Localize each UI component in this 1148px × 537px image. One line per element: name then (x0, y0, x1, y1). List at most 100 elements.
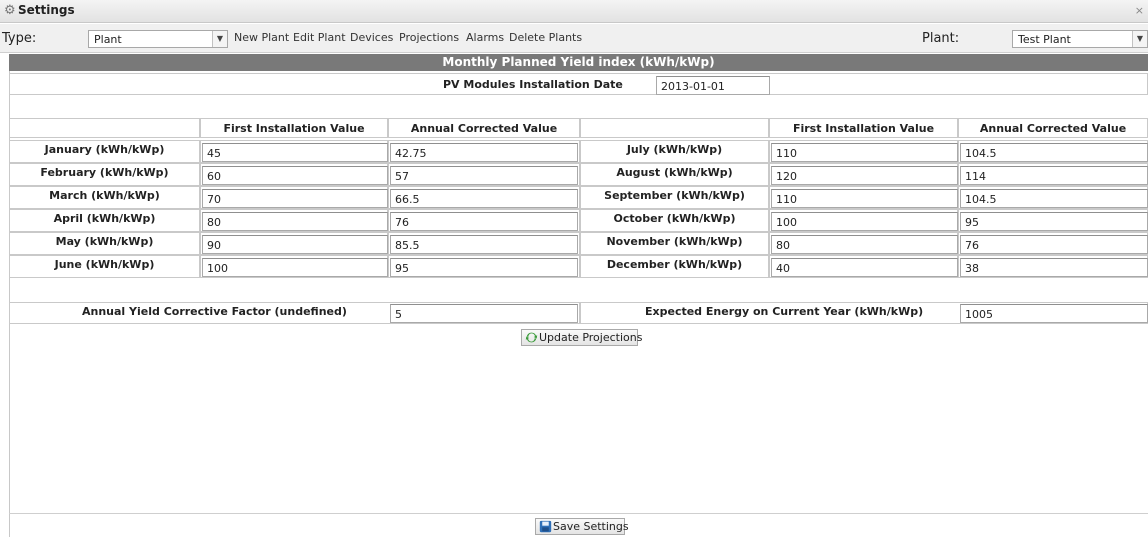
save-settings-button[interactable]: Save Settings (535, 518, 629, 535)
annual-corrected-value: 57 (395, 170, 409, 183)
annual-corrected-value: 76 (965, 239, 979, 252)
first-installation-input[interactable]: 100 (771, 212, 958, 231)
toolbar: Type: Plant ▼ New Plant Edit Plant Devic… (0, 24, 1148, 53)
month-label: October (kWh/kWp) (613, 212, 736, 225)
first-installation-input[interactable]: 100 (202, 258, 388, 277)
first-installation-input[interactable]: 80 (202, 212, 388, 231)
annual-corrected-input[interactable]: 76 (960, 235, 1148, 254)
annual-corrected-value: 114 (965, 170, 986, 183)
devices-link[interactable]: Devices (350, 31, 393, 44)
install-date-value: 2013-01-01 (661, 80, 725, 93)
first-installation-value: 100 (776, 216, 797, 229)
first-installation-input[interactable]: 80 (771, 235, 958, 254)
type-select-value: Plant (94, 33, 122, 46)
first-installation-value: 60 (207, 170, 221, 183)
first-installation-value: 110 (776, 147, 797, 160)
annual-corrected-input[interactable]: 42.75 (390, 143, 578, 162)
annual-corrected-input[interactable]: 95 (960, 212, 1148, 231)
first-installation-value: 70 (207, 193, 221, 206)
annual-corrected-value: 76 (395, 216, 409, 229)
floppy-disk-icon (539, 520, 552, 533)
first-installation-input[interactable]: 110 (771, 189, 958, 208)
first-installation-input[interactable]: 110 (771, 143, 958, 162)
chevron-down-icon: ▼ (212, 31, 227, 47)
save-settings-label: Save Settings (553, 520, 629, 533)
annual-corrected-value: 95 (965, 216, 979, 229)
header-first-left: First Installation Value (200, 118, 388, 138)
annual-corrected-input[interactable]: 104.5 (960, 189, 1148, 208)
column-header-corrected: Annual Corrected Value (410, 122, 558, 135)
first-installation-input[interactable]: 70 (202, 189, 388, 208)
corrective-factor-input[interactable]: 5 (390, 304, 578, 323)
type-label: Type: (2, 31, 37, 46)
first-installation-value: 80 (776, 239, 790, 252)
first-installation-value: 45 (207, 147, 221, 160)
plant-label: Plant: (922, 31, 960, 46)
annual-corrected-input[interactable]: 114 (960, 166, 1148, 185)
month-label: December (kWh/kWp) (606, 258, 743, 271)
first-installation-value: 80 (207, 216, 221, 229)
projections-link[interactable]: Projections (399, 31, 459, 44)
section-title: Monthly Planned Yield index (kWh/kWp) (9, 54, 1148, 71)
expected-energy-value: 1005 (965, 308, 993, 321)
corrective-factor-value: 5 (395, 308, 402, 321)
update-projections-button[interactable]: Update Projections (521, 329, 642, 346)
first-installation-input[interactable]: 40 (771, 258, 958, 277)
month-label: March (kWh/kWp) (49, 189, 160, 202)
first-installation-input[interactable]: 120 (771, 166, 958, 185)
refresh-icon (525, 332, 538, 343)
annual-corrected-input[interactable]: 85.5 (390, 235, 578, 254)
close-icon[interactable]: × (1135, 4, 1144, 17)
annual-corrected-input[interactable]: 38 (960, 258, 1148, 277)
window-title: Settings (18, 3, 75, 17)
install-date-label: PV Modules Installation Date (443, 78, 623, 91)
first-installation-value: 90 (207, 239, 221, 252)
column-header-first: First Installation Value (223, 122, 365, 135)
annual-corrected-input[interactable]: 95 (390, 258, 578, 277)
delete-plants-link[interactable]: Delete Plants (509, 31, 582, 44)
alarms-link[interactable]: Alarms (466, 31, 504, 44)
month-label: January (kWh/kWp) (44, 143, 165, 156)
corrective-factor-label: Annual Yield Corrective Factor (undefine… (82, 305, 347, 318)
month-label: May (kWh/kWp) (55, 235, 154, 248)
edit-plant-link[interactable]: Edit Plant (293, 31, 346, 44)
chevron-down-icon: ▼ (1132, 31, 1147, 47)
footer-divider (9, 513, 1148, 514)
header-first-right: First Installation Value (769, 118, 958, 138)
annual-corrected-value: 38 (965, 262, 979, 275)
header-corrected-left: Annual Corrected Value (388, 118, 580, 138)
header-corrected-right: Annual Corrected Value (958, 118, 1148, 138)
month-label: June (kWh/kWp) (54, 258, 155, 271)
annual-corrected-input[interactable]: 104.5 (960, 143, 1148, 162)
plant-select[interactable]: Test Plant ▼ (1012, 30, 1148, 48)
update-projections-label: Update Projections (539, 331, 643, 344)
gear-icon: ⚙ (4, 3, 16, 18)
first-installation-value: 100 (207, 262, 228, 275)
month-label: November (kWh/kWp) (606, 235, 743, 248)
first-installation-input[interactable]: 45 (202, 143, 388, 162)
header-blank-right (580, 118, 769, 138)
expected-energy-label: Expected Energy on Current Year (kWh/kWp… (645, 305, 924, 318)
column-header-corrected: Annual Corrected Value (979, 122, 1127, 135)
new-plant-link[interactable]: New Plant (234, 31, 289, 44)
annual-corrected-value: 42.75 (395, 147, 427, 160)
first-installation-value: 120 (776, 170, 797, 183)
install-date-input[interactable]: 2013-01-01 (656, 76, 770, 95)
expected-energy-input[interactable]: 1005 (960, 304, 1148, 323)
month-label: August (kWh/kWp) (616, 166, 733, 179)
month-label: February (kWh/kWp) (40, 166, 169, 179)
annual-corrected-value: 104.5 (965, 147, 997, 160)
annual-corrected-input[interactable]: 76 (390, 212, 578, 231)
annual-corrected-input[interactable]: 66.5 (390, 189, 578, 208)
header-blank-left (9, 118, 200, 138)
first-installation-input[interactable]: 60 (202, 166, 388, 185)
first-installation-input[interactable]: 90 (202, 235, 388, 254)
annual-corrected-value: 95 (395, 262, 409, 275)
plant-select-value: Test Plant (1018, 33, 1071, 46)
annual-corrected-value: 66.5 (395, 193, 420, 206)
type-select[interactable]: Plant ▼ (88, 30, 228, 48)
month-label: July (kWh/kWp) (626, 143, 723, 156)
annual-corrected-input[interactable]: 57 (390, 166, 578, 185)
first-installation-value: 40 (776, 262, 790, 275)
month-label: April (kWh/kWp) (53, 212, 156, 225)
